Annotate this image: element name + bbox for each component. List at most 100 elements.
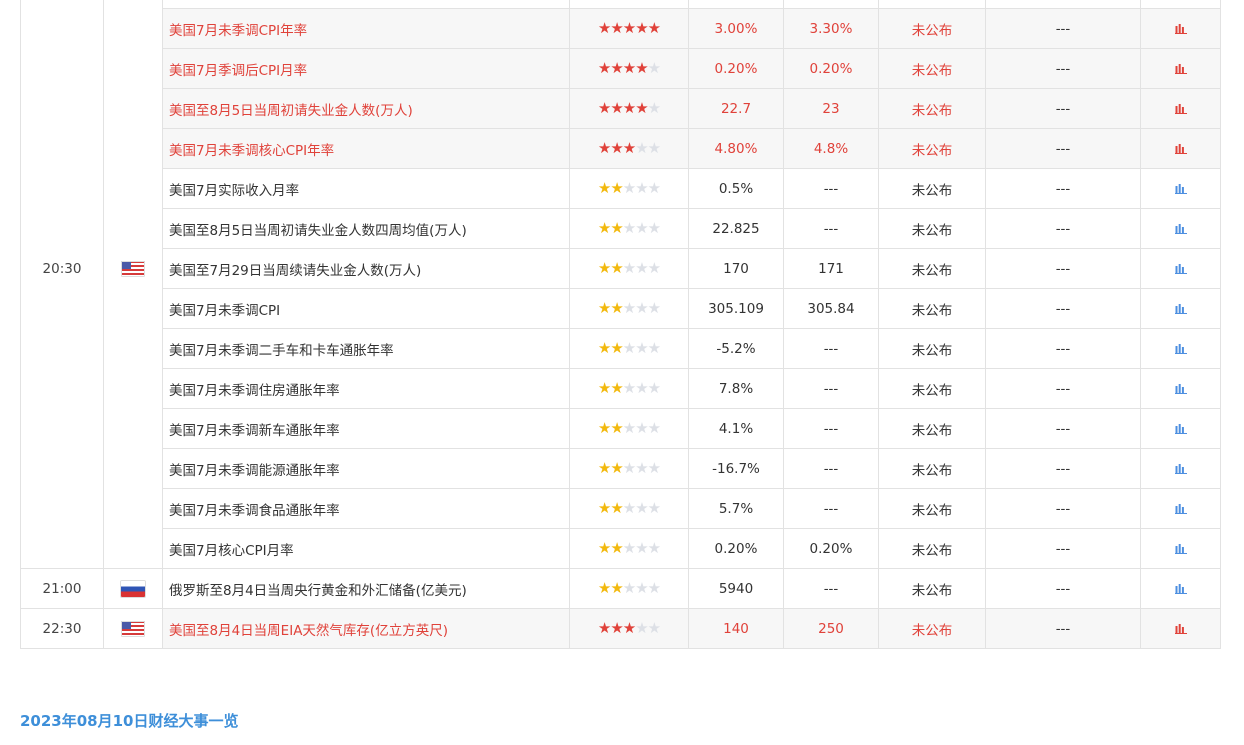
chart-link-cell[interactable] [1140,448,1221,489]
previous-value: 5.7% [688,488,784,529]
calendar-row: 美国7月核心CPI月率 ★★★★★ 0.20% 0.20% 未公布 --- [21,528,1221,569]
star-filled-icon: ★ [610,58,623,77]
chart-link-cell[interactable] [1140,288,1221,329]
previous-value: 7.8% [688,368,784,409]
release-status: 未公布 [878,568,986,609]
star-filled-icon: ★ [647,18,661,37]
event-name[interactable]: 美国7月未季调核心CPI年率 [162,128,570,169]
star-filled-icon: ★ [597,178,611,197]
chart-link-cell[interactable] [1140,8,1221,49]
star-empty-icon: ★ [635,618,648,637]
event-name[interactable]: 美国7月核心CPI月率 [162,528,570,569]
previous-value: 305.109 [688,288,784,329]
bar-chart-icon[interactable] [1174,263,1187,274]
star-filled-icon: ★ [597,538,611,557]
event-name[interactable]: 美国7月未季调新车通胀年率 [162,408,570,449]
bar-chart-icon[interactable] [1174,103,1187,114]
event-name[interactable]: 美国7月未季调住房通胀年率 [162,368,570,409]
star-filled-icon: ★ [597,378,611,397]
previous-value: -16.7% [688,448,784,489]
chart-link-cell[interactable] [1140,168,1221,209]
bar-chart-icon[interactable] [1174,383,1187,394]
bar-chart-icon[interactable] [1174,63,1187,74]
event-name[interactable]: 美国7月未季调能源通胀年率 [162,448,570,489]
event-name[interactable]: 美国至8月5日当周初请失业金人数四周均值(万人) [162,208,570,249]
importance-stars: ★★★★★ [569,608,689,649]
bar-chart-icon[interactable] [1174,303,1187,314]
forecast-value: 0.20% [783,528,879,569]
chart-link-cell[interactable] [1140,128,1221,169]
russia-flag-icon [121,580,145,597]
star-filled-icon: ★ [597,298,611,317]
event-name[interactable]: 美国7月季调后CPI月率 [162,48,570,89]
event-name[interactable]: 美国至8月4日当周EIA天然气库存(亿立方英尺) [162,608,570,649]
calendar-row: 美国7月未季调住房通胀年率 ★★★★★ 7.8% --- 未公布 --- [21,368,1221,409]
bar-chart-icon[interactable] [1174,503,1187,514]
event-time: 22:30 [20,608,104,649]
previous-value: 4.80% [688,128,784,169]
chart-link-cell[interactable] [1140,568,1221,609]
release-status: 未公布 [878,8,986,49]
forecast-value: --- [783,488,879,529]
event-name[interactable]: 美国7月未季调CPI [162,288,570,329]
bar-chart-icon[interactable] [1174,423,1187,434]
bar-chart-icon[interactable] [1174,183,1187,194]
event-name[interactable]: 美国7月未季调CPI年率 [162,8,570,49]
event-time: 21:00 [20,568,104,609]
star-empty-icon: ★ [635,458,648,477]
event-name[interactable]: 俄罗斯至8月4日当周央行黄金和外汇储备(亿美元) [162,568,570,609]
chart-link-cell[interactable] [1140,328,1221,369]
star-filled-icon: ★ [610,378,623,397]
calendar-row: 美国至8月5日当周初请失业金人数(万人) ★★★★★ 22.7 23 未公布 --- [21,88,1221,129]
chart-link-cell[interactable] [1140,528,1221,569]
importance-stars: ★★★★★ [569,488,689,529]
star-empty-icon: ★ [647,578,661,597]
importance-stars: ★★★★★ [569,128,689,169]
release-status: 未公布 [878,288,986,329]
release-status: 未公布 [878,128,986,169]
bar-chart-icon[interactable] [1174,543,1187,554]
chart-link-cell[interactable] [1140,408,1221,449]
chart-link-cell[interactable] [1140,248,1221,289]
chart-link-cell[interactable] [1140,48,1221,89]
forecast-value: 4.8% [783,128,879,169]
release-status: 未公布 [878,88,986,129]
calendar-row: 22:30 美国至8月4日当周EIA天然气库存(亿立方英尺) ★★★★★ 140 250… [20,608,1221,649]
chart-link-cell[interactable] [1140,488,1221,529]
country-flag-cell [103,608,163,649]
chart-link-cell[interactable] [1140,608,1221,649]
bar-chart-icon[interactable] [1174,463,1187,474]
chart-link-cell[interactable] [1140,88,1221,129]
star-filled-icon: ★ [597,418,611,437]
chart-link-cell[interactable] [1140,208,1221,249]
bar-chart-icon[interactable] [1174,223,1187,234]
chart-link-cell[interactable] [1140,368,1221,409]
forecast-value [783,0,879,9]
event-name[interactable]: 美国7月未季调食品通胀年率 [162,488,570,529]
event-name[interactable]: 美国7月未季调二手车和卡车通胀年率 [162,328,570,369]
release-status: 未公布 [878,248,986,289]
star-empty-icon: ★ [622,498,636,517]
star-filled-icon: ★ [610,538,623,557]
bar-chart-icon[interactable] [1174,583,1187,594]
event-name[interactable]: 美国7月实际收入月率 [162,168,570,209]
actual-value: --- [985,448,1141,489]
star-filled-icon: ★ [597,498,611,517]
star-filled-icon: ★ [635,58,648,77]
bar-chart-icon[interactable] [1174,623,1187,634]
importance-stars: ★★★★★ [569,208,689,249]
forecast-value: --- [783,408,879,449]
event-name[interactable]: 美国至7月29日当周续请失业金人数(万人) [162,248,570,289]
bar-chart-icon[interactable] [1174,143,1187,154]
bar-chart-icon[interactable] [1174,23,1187,34]
country-flag-cell [103,568,163,609]
event-name[interactable]: 美国至8月5日当周初请失业金人数(万人) [162,88,570,129]
actual-value: --- [985,128,1141,169]
actual-value: --- [985,288,1141,329]
bar-chart-icon[interactable] [1174,343,1187,354]
daily-events-headline-link[interactable]: 2023年08月10日财经大事一览 [20,710,239,731]
star-filled-icon: ★ [597,338,611,357]
star-filled-icon: ★ [597,458,611,477]
star-filled-icon: ★ [597,258,611,277]
star-filled-icon: ★ [597,578,611,597]
